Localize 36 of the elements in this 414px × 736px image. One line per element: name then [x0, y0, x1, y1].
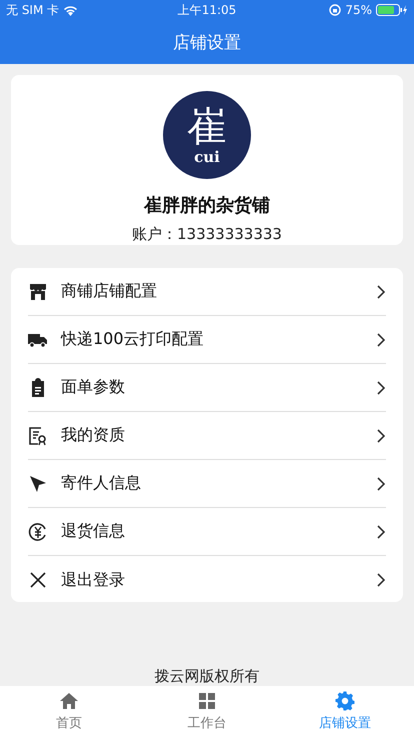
chevron-right-icon: [376, 524, 386, 540]
grid-icon: [197, 690, 217, 710]
chevron-right-icon: [376, 332, 386, 348]
store-name: 崔胖胖的杂货铺: [144, 194, 270, 217]
chevron-right-icon: [376, 380, 386, 396]
copyright-text: 拨云网版权所有: [154, 666, 260, 686]
rotation-lock-icon: [329, 4, 342, 16]
menu-item[interactable]: 快递100云打印配置: [28, 316, 386, 364]
shop-icon: [28, 282, 48, 302]
tab[interactable]: 工作台: [138, 686, 276, 736]
chevron-right-icon: [376, 428, 386, 444]
chevron-right-icon: [376, 476, 386, 492]
store-logo: 崔 cui: [163, 91, 251, 179]
chevron-right-icon: [376, 572, 386, 588]
menu-item[interactable]: 寄件人信息: [28, 460, 386, 508]
menu-item[interactable]: 退出登录: [28, 556, 386, 604]
tab[interactable]: 店铺设置: [276, 686, 414, 736]
menu-item[interactable]: 退货信息: [28, 508, 386, 556]
menu-item[interactable]: 我的资质: [28, 412, 386, 460]
carrier-text: 无 SIM 卡: [6, 2, 60, 18]
close-icon: [28, 570, 48, 590]
wifi-icon: [63, 4, 78, 16]
settings-icon: [335, 690, 355, 710]
cursor-icon: [28, 474, 48, 494]
page-title: 店铺设置: [172, 32, 242, 54]
menu-item[interactable]: 面单参数: [28, 364, 386, 412]
account-number: 账户：13333333333: [132, 225, 282, 244]
battery-icon: [376, 4, 408, 16]
home-icon: [59, 690, 79, 710]
menu-item[interactable]: 商铺店铺配置: [28, 268, 386, 316]
certificate-icon: [28, 426, 48, 446]
chevron-right-icon: [376, 284, 386, 300]
tab[interactable]: 首页: [0, 686, 138, 736]
yen-icon: [28, 522, 48, 542]
clock-time: 上午11:05: [178, 2, 236, 18]
battery-percent: 75%: [345, 3, 372, 17]
